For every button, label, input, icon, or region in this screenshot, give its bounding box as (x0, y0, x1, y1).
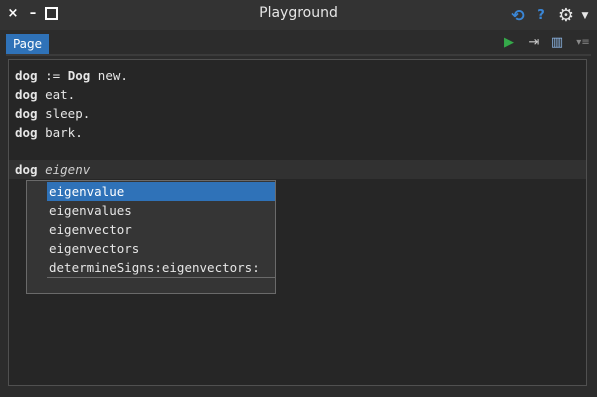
columns-icon[interactable]: ▥ (549, 35, 565, 51)
menu-chevron-icon[interactable]: ▼ (580, 7, 590, 25)
current-line-highlight (9, 160, 586, 179)
current-code-line: dog eigenv (15, 162, 91, 177)
completion-item[interactable]: eigenvector (47, 220, 132, 239)
sync-icon[interactable]: ⟲ (508, 7, 528, 25)
completion-item[interactable]: determineSigns:eigenvectors: (47, 258, 260, 277)
tab-bar-divider (6, 54, 591, 56)
title-bar: × – Playground ⟲ ? ⚙ ▼ (0, 0, 597, 30)
completion-item[interactable]: eigenvectors (47, 239, 139, 258)
code-line: dog eat. (15, 87, 76, 102)
popup-divider (47, 277, 275, 278)
more-icon[interactable]: ▾≡ (574, 35, 592, 51)
export-icon[interactable]: ⇥ (526, 35, 542, 51)
run-icon[interactable]: ▶ (502, 35, 516, 51)
code-line: dog bark. (15, 125, 83, 140)
tab-page[interactable]: Page (6, 34, 49, 54)
code-line: dog sleep. (15, 106, 91, 121)
code-line: dog := Dog new. (15, 68, 128, 83)
gear-icon[interactable]: ⚙ (555, 7, 577, 25)
completion-item[interactable]: eigenvalue (47, 182, 275, 201)
help-icon[interactable]: ? (534, 7, 548, 25)
completion-popup: eigenvalue eigenvalues eigenvector eigen… (26, 180, 276, 294)
completion-item[interactable]: eigenvalues (47, 201, 132, 220)
